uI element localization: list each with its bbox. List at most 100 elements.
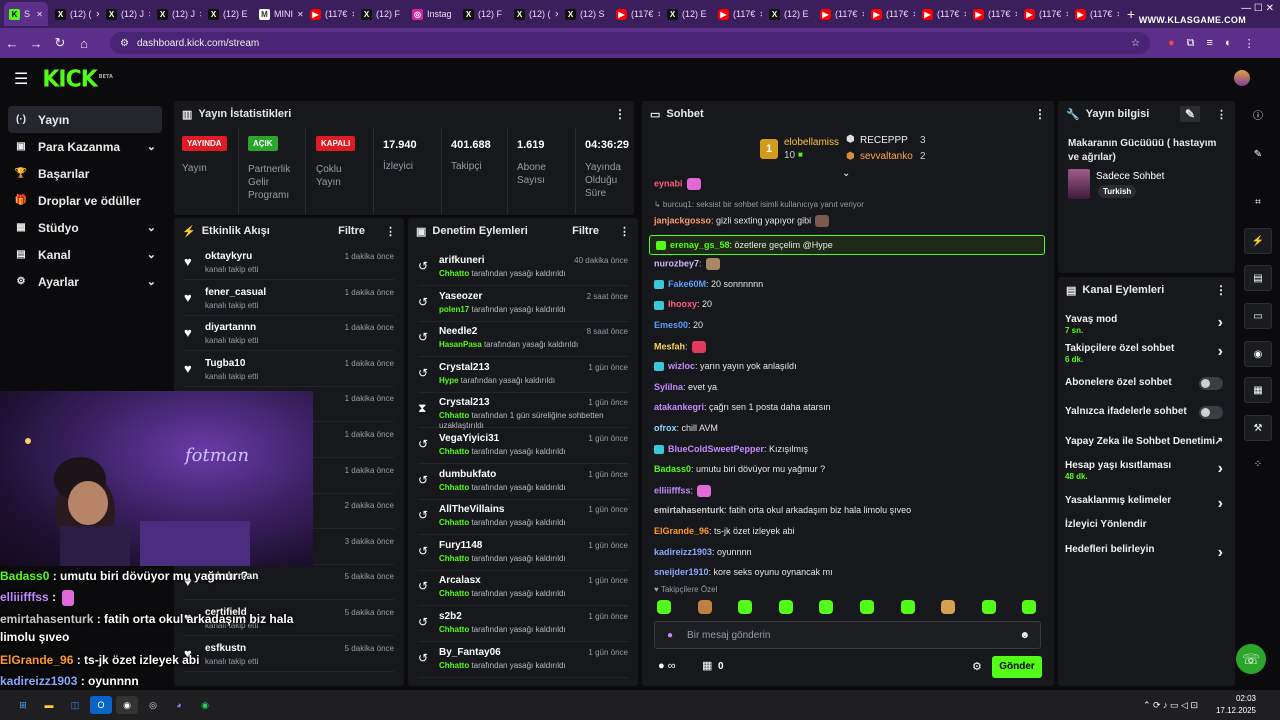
moderation-username[interactable]: arifkuneri	[439, 255, 485, 266]
chat-message[interactable]: Mesfah:	[654, 340, 706, 353]
emote-picker-item[interactable]	[697, 600, 712, 614]
chat-username[interactable]: kadireizz1903	[654, 547, 712, 557]
channel-action-item[interactable]: İzleyici Yönlendir	[1065, 519, 1229, 543]
system-clock[interactable]: 02:03 17.12.2025	[1216, 693, 1256, 717]
close-icon[interactable]: ✕	[759, 10, 762, 19]
activity-username[interactable]: fener_casual	[205, 287, 266, 298]
chrome-icon[interactable]: ◉	[116, 696, 138, 714]
chat-username[interactable]: ElGrande_96	[654, 526, 709, 536]
browser-tab[interactable]: ▶ (117€✕	[1070, 2, 1119, 26]
menu-icon[interactable]: ☰	[14, 69, 28, 89]
chat-username[interactable]: atakankegri	[654, 402, 704, 412]
close-icon[interactable]: ✕	[555, 10, 558, 19]
moderation-row[interactable]: ↺ dumbukfato Chhatto tarafından yasağı kal…	[418, 465, 628, 500]
browser-tab[interactable]: ▶ (117€✕	[305, 2, 354, 26]
layout-icon[interactable]: ▦	[1244, 377, 1272, 403]
moderator-name[interactable]: Chhatto	[439, 411, 469, 420]
chat-reply-indicator[interactable]: ↳ burcuq1: seksist bir sohbet isimli kul…	[654, 199, 864, 209]
emote-picker-item[interactable]	[941, 600, 956, 614]
chat-message[interactable]: Sylilna: evet ya	[654, 382, 717, 392]
broadcast-icon[interactable]: ◉	[1244, 341, 1272, 367]
emote-picker-item[interactable]	[1022, 600, 1037, 614]
moderator-name[interactable]: Chhatto	[439, 554, 469, 563]
browser-tab[interactable]: K S ✕	[4, 2, 48, 26]
close-icon[interactable]: ✕	[1116, 10, 1119, 19]
leader1-name[interactable]: elobellamiss	[784, 137, 839, 148]
chat-username[interactable]: eynabi	[654, 178, 683, 188]
channel-action-item[interactable]: Yapay Zeka ile Sohbet Denetimi ↗	[1065, 436, 1229, 460]
activity-username[interactable]: diyartannn	[205, 322, 256, 333]
chat-username[interactable]: Mesfah	[654, 341, 685, 351]
moderation-filter-button[interactable]: Filtre	[572, 225, 599, 237]
close-icon[interactable]: ✕	[297, 10, 303, 19]
close-icon[interactable]: ✕	[657, 10, 660, 19]
moderation-username[interactable]: s2b2	[439, 611, 462, 622]
back-icon[interactable]: ←	[0, 36, 24, 51]
browser-tab[interactable]: ▶ (117€✕	[968, 2, 1017, 26]
emote-picker-item[interactable]	[860, 600, 874, 614]
moderation-row[interactable]: ↺ s2b2 Chhatto tarafından yasağı kaldırıld…	[418, 607, 628, 642]
browser-tab[interactable]: X(12) E✕	[764, 2, 813, 26]
leader2-name[interactable]: RECEPPP	[860, 135, 908, 146]
chat-username[interactable]: BlueColdSweetPepper	[668, 444, 764, 454]
kick-logo[interactable]: KICK BETA	[42, 66, 113, 92]
sidebar-item[interactable]: ▣ Para Kazanma ⌄	[8, 133, 162, 160]
moderation-row[interactable]: ⧗ Crystal213 Chhatto tarafından 1 gün süre…	[418, 393, 628, 430]
toggle-switch[interactable]	[1199, 377, 1223, 390]
chat-message[interactable]: wizloc: yarın yayın yok anlaşıldı	[654, 361, 797, 372]
browser-tab[interactable]: X(12) S✕	[560, 2, 609, 26]
moderation-username[interactable]: Arcalasx	[439, 575, 481, 586]
browser-tab[interactable]: ▶ (117€✕	[1019, 2, 1068, 26]
moderation-username[interactable]: AllTheVillains	[439, 504, 504, 515]
activity-menu-icon[interactable]: ⋮	[385, 225, 396, 238]
bookmark-star-icon[interactable]: ☆	[1131, 38, 1140, 49]
browser-tab[interactable]: X (12) F✕	[356, 2, 405, 26]
chat-username[interactable]: erenay_gs_58	[670, 240, 730, 250]
activity-username[interactable]: Tugba10	[205, 358, 245, 369]
chat-username[interactable]: ofrox	[654, 423, 677, 433]
moderation-username[interactable]: Fury1148	[439, 540, 482, 551]
channel-action-item[interactable]: Hesap yaşı kısıtlaması 48 dk. ›	[1065, 460, 1229, 484]
moderation-username[interactable]: By_Fantay06	[439, 647, 501, 658]
windows-start-icon[interactable]: ⊞	[12, 696, 34, 714]
close-icon[interactable]: ✕	[351, 10, 354, 19]
sidebar-item[interactable]: 🎁 Droplar ve ödüller	[8, 187, 162, 214]
browser-tab[interactable]: X (12) (✕	[50, 2, 99, 26]
category-name[interactable]: Sadece Sohbet	[1096, 171, 1164, 182]
moderator-name[interactable]: Chhatto	[439, 447, 469, 456]
activity-row[interactable]: ♥ oktaykyru kanalı takip etti 1 dakika önce	[184, 245, 394, 280]
discord-icon[interactable]: ◕	[168, 696, 190, 714]
moderation-row[interactable]: ↺ Crystal213 Hype tarafından yasağı kaldır…	[418, 358, 628, 393]
chat-message[interactable]: ofrox: chill AVM	[654, 423, 718, 433]
chat-username[interactable]: elliiifffss	[654, 485, 691, 495]
moderation-username[interactable]: dumbukfato	[439, 469, 496, 480]
close-icon[interactable]: ✕	[1065, 10, 1068, 19]
gift-box-icon[interactable]: ▦	[702, 659, 712, 672]
chat-username[interactable]: nurozbey7	[654, 259, 699, 269]
moderator-name[interactable]: Chhatto	[439, 625, 469, 634]
moderation-row[interactable]: ↺ Yaseozer polen17 tarafından yasağı kaldı…	[418, 287, 628, 322]
chat-input[interactable]: ● Bir mesaj gönderin ☻	[654, 621, 1041, 649]
activity-row[interactable]: ♥ fener_casual kanalı takip etti 1 dakika ö…	[184, 281, 394, 316]
browser-tab[interactable]: ▶ (117€✕	[815, 2, 864, 26]
close-icon[interactable]: ✕	[199, 10, 201, 19]
mic-icon[interactable]: ●	[667, 630, 673, 641]
activity-row[interactable]: ♥ Tugba10 kanalı takip etti 1 dakika önce	[184, 352, 394, 387]
moderator-name[interactable]: polen17	[439, 305, 469, 314]
chat-username[interactable]: emirtahasenturk	[654, 505, 724, 515]
community-icon[interactable]: ⁘	[1244, 452, 1272, 478]
chat-message[interactable]: kadireizz1903: oyunnnn	[654, 547, 752, 557]
browser-tab[interactable]: X (12) F✕	[458, 2, 507, 26]
moderator-name[interactable]: Hype	[439, 376, 459, 385]
chat-message[interactable]: eynabi	[654, 178, 701, 190]
chat-username[interactable]: wizloc	[668, 361, 695, 371]
browser-tab[interactable]: X (12) J✕	[101, 2, 150, 26]
chat-username[interactable]: janjackgosso	[654, 215, 711, 225]
moderation-menu-icon[interactable]: ⋮	[619, 225, 630, 238]
chat-message[interactable]: Badass0: umutu biri dövüyor mu yağmur ?	[654, 464, 825, 474]
chat-message[interactable]: nurozbey7:	[654, 258, 720, 271]
browser-menu-icon[interactable]: ⋮	[1244, 37, 1255, 50]
chat-message[interactable]: sneijder1910: kore seks oyunu oynancak m…	[654, 567, 833, 577]
emote-picker-item[interactable]	[981, 600, 996, 614]
outlook-icon[interactable]: O	[90, 696, 112, 714]
